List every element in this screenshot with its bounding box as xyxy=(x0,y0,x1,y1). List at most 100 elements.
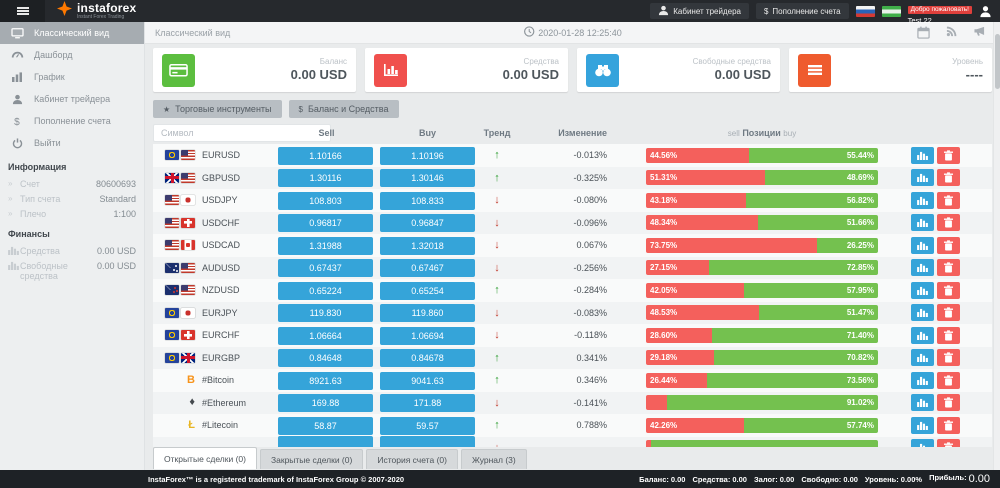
calendar-icon[interactable] xyxy=(917,26,930,39)
symbol-label: EURUSD xyxy=(202,150,240,160)
buy-price-button[interactable] xyxy=(380,436,475,447)
symbol-label: EURCHF xyxy=(202,330,240,340)
mini-chart-icon xyxy=(8,261,20,270)
sell-price-button[interactable]: 108.803 xyxy=(278,192,373,210)
tab-journal[interactable]: Журнал (3) xyxy=(461,449,527,469)
megaphone-icon[interactable] xyxy=(973,26,986,39)
sell-price-button[interactable]: 1.10166 xyxy=(278,147,373,165)
buy-price-button[interactable]: 59.57 xyxy=(380,417,475,435)
sell-price-button[interactable]: 1.31988 xyxy=(278,237,373,255)
list-icon xyxy=(798,54,831,87)
scrollbar-thumb[interactable] xyxy=(995,34,1000,89)
trading-instruments-button[interactable]: ★ Торговые инструменты xyxy=(153,100,282,118)
remove-symbol-button[interactable] xyxy=(937,304,960,321)
remove-symbol-button[interactable] xyxy=(937,192,960,209)
remove-symbol-button[interactable] xyxy=(937,282,960,299)
buy-price-button[interactable]: 0.65254 xyxy=(380,282,475,300)
russian-flag-icon[interactable] xyxy=(856,6,875,17)
buy-positions-segment: 55.44% xyxy=(749,148,878,163)
menu-toggle-button[interactable] xyxy=(0,0,45,22)
avatar-icon[interactable] xyxy=(979,5,992,18)
remove-symbol-button[interactable] xyxy=(937,214,960,231)
sidebar-item-chart[interactable]: График xyxy=(0,66,144,88)
buy-price-button[interactable]: 0.84678 xyxy=(380,349,475,367)
open-chart-button[interactable] xyxy=(911,259,934,276)
info-value: Standard xyxy=(99,194,136,204)
tool-button-icon: $ xyxy=(299,105,303,114)
remove-symbol-button[interactable] xyxy=(937,372,960,389)
sell-price-button[interactable]: 119.830 xyxy=(278,304,373,322)
sidebar-item-trader-cabinet[interactable]: Кабинет трейдера xyxy=(0,88,144,110)
remove-symbol-button[interactable] xyxy=(937,169,960,186)
open-chart-button[interactable] xyxy=(911,214,934,231)
language-flag-icon[interactable] xyxy=(882,6,901,17)
buy-price-button[interactable]: 0.96847 xyxy=(380,214,475,232)
buy-positions-label: 48.69% xyxy=(847,173,874,182)
sell-price-button[interactable]: 0.67437 xyxy=(278,259,373,277)
open-chart-button[interactable] xyxy=(911,349,934,366)
remove-symbol-button[interactable] xyxy=(937,439,960,447)
sell-price-button[interactable]: 169.88 xyxy=(278,394,373,412)
remove-symbol-button[interactable] xyxy=(937,259,960,276)
user-icon xyxy=(0,94,34,105)
remove-symbol-button[interactable] xyxy=(937,237,960,254)
open-chart-button[interactable] xyxy=(911,417,934,434)
open-chart-button[interactable] xyxy=(911,372,934,389)
buy-price-button[interactable]: 1.32018 xyxy=(380,237,475,255)
sell-price-button[interactable]: 0.65224 xyxy=(278,282,373,300)
remove-symbol-button[interactable] xyxy=(937,349,960,366)
sell-price-button[interactable]: 8921.63 xyxy=(278,372,373,390)
sell-price-button[interactable]: 58.87 xyxy=(278,417,373,435)
vertical-scrollbar[interactable] xyxy=(993,22,1000,470)
sidebar-item-dashboard[interactable]: Дашборд xyxy=(0,44,144,66)
buy-price-button[interactable]: 0.67467 xyxy=(380,259,475,277)
open-chart-button[interactable] xyxy=(911,147,934,164)
buy-price-button[interactable]: 171.88 xyxy=(380,394,475,412)
balance-funds-button[interactable]: $ Баланс и Средства xyxy=(289,100,399,118)
footer-stat: Свободно: 0.00 xyxy=(801,475,858,484)
buy-positions-label: 73.56% xyxy=(847,376,874,385)
remove-symbol-button[interactable] xyxy=(937,327,960,344)
change-value: -0.080% xyxy=(519,195,607,205)
buy-price-button[interactable]: 1.30146 xyxy=(380,169,475,187)
open-chart-button[interactable] xyxy=(911,282,934,299)
trader-cabinet-button[interactable]: Кабинет трейдера xyxy=(650,3,749,19)
sell-price-button[interactable]: 0.84648 xyxy=(278,349,373,367)
rss-icon[interactable] xyxy=(946,26,957,39)
sell-price-button[interactable]: 1.30116 xyxy=(278,169,373,187)
sell-price-button[interactable]: 1.06664 xyxy=(278,327,373,345)
buy-price-button[interactable]: 1.06694 xyxy=(380,327,475,345)
sell-price-button[interactable]: 0.96817 xyxy=(278,214,373,232)
deposit-button[interactable]: $ Пополнение счета xyxy=(756,3,849,19)
sidebar-item-logout[interactable]: Выйти xyxy=(0,132,144,154)
symbol-cell: USDCHF xyxy=(153,218,278,228)
buy-price-button[interactable]: 119.860 xyxy=(380,304,475,322)
open-chart-button[interactable] xyxy=(911,304,934,321)
tab-account-history[interactable]: История счета (0) xyxy=(366,449,458,469)
open-chart-button[interactable] xyxy=(911,327,934,344)
table-row: USDCHF 0.96817 0.96847 ↓ -0.096% 48.34% … xyxy=(153,212,992,235)
remove-symbol-button[interactable] xyxy=(937,394,960,411)
main-toolbar: Классический вид 2020-01-28 12:25:40 xyxy=(145,22,1000,44)
sell-price-button[interactable] xyxy=(278,436,373,447)
buy-price-button[interactable]: 1.10196 xyxy=(380,147,475,165)
tab-open-trades[interactable]: Открытые сделки (0) xyxy=(153,447,257,469)
open-chart-button[interactable] xyxy=(911,192,934,209)
tab-closed-trades[interactable]: Закрытые сделки (0) xyxy=(260,449,363,469)
change-value: -0.083% xyxy=(519,308,607,318)
open-chart-button[interactable] xyxy=(911,394,934,411)
open-chart-button[interactable] xyxy=(911,439,934,447)
sidebar-item-deposit[interactable]: $ Пополнение счета xyxy=(0,110,144,132)
deposit-label: Пополнение счета xyxy=(772,7,840,16)
remove-symbol-button[interactable] xyxy=(937,147,960,164)
sell-positions-label: 44.56% xyxy=(650,151,677,160)
symbol-icons xyxy=(153,263,195,273)
buy-price-button[interactable]: 108.833 xyxy=(380,192,475,210)
remove-symbol-button[interactable] xyxy=(937,417,960,434)
instaforex-logo[interactable]: instaforex Instant Forex Trading xyxy=(57,1,136,21)
buy-price-button[interactable]: 9041.63 xyxy=(380,372,475,390)
open-chart-button[interactable] xyxy=(911,169,934,186)
sidebar-item-classic-view[interactable]: Классический вид xyxy=(0,22,144,44)
quotes-table: EURUSD 1.10166 1.10196 ↑ -0.013% 44.56% … xyxy=(153,144,992,447)
open-chart-button[interactable] xyxy=(911,237,934,254)
